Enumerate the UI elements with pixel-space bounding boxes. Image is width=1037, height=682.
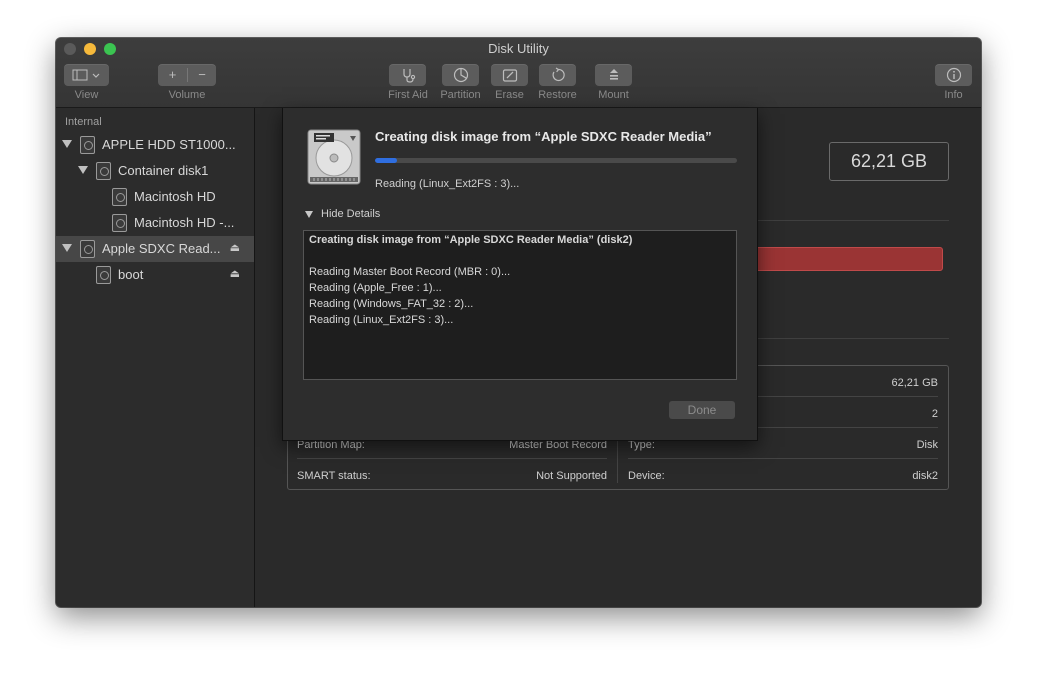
disclosure-triangle-icon — [305, 210, 313, 218]
volume-segment: + − — [158, 64, 216, 86]
progress-bar — [375, 158, 737, 163]
disk-utility-window: Disk Utility View + − Volume First Aid P… — [56, 38, 981, 607]
first-aid-button[interactable] — [389, 64, 426, 86]
sidebar-item-label: Container disk1 — [118, 163, 209, 178]
titlebar: Disk Utility View + − Volume First Aid P… — [56, 38, 981, 108]
sidebar-item-label: APPLE HDD ST1000... — [102, 137, 236, 152]
sidebar-section-internal: Internal — [65, 116, 102, 128]
usage-bar — [743, 247, 943, 271]
sidebar-item-label: boot — [118, 267, 144, 282]
sidebar-item-apple-hdd[interactable]: APPLE HDD ST1000... — [56, 132, 254, 158]
sidebar-item-boot[interactable]: boot ⏏ — [56, 262, 254, 288]
info-icon — [946, 67, 961, 83]
remove-volume-button[interactable]: − — [188, 64, 216, 86]
sidebar-icon — [72, 69, 99, 81]
hide-details-label: Hide Details — [321, 208, 381, 220]
sheet-title: Creating disk image from “Apple SDXC Rea… — [375, 129, 712, 144]
view-label: View — [74, 89, 99, 101]
disclosure-triangle-icon[interactable] — [62, 244, 72, 252]
erase-button[interactable] — [491, 64, 528, 86]
first-aid-label: First Aid — [388, 89, 428, 101]
capacity-display: 62,21 GB — [829, 142, 949, 181]
info-button[interactable] — [935, 64, 972, 86]
device-value: disk2 — [912, 470, 938, 482]
mount-icon — [609, 69, 618, 80]
pie-chart-icon — [453, 67, 468, 83]
window-title: Disk Utility — [488, 41, 549, 56]
device-label: Device: — [628, 470, 665, 482]
hard-disk-icon — [112, 214, 127, 232]
hide-details-toggle[interactable]: Hide Details — [305, 208, 380, 220]
log-line: Reading (Apple_Free : 1)... — [309, 282, 442, 294]
log-line: Reading (Linux_Ext2FS : 3)... — [309, 314, 454, 326]
log-line: Reading (Windows_FAT_32 : 2)... — [309, 298, 474, 310]
log-line: Reading Master Boot Record (MBR : 0)... — [309, 266, 511, 278]
disclosure-triangle-icon[interactable] — [78, 166, 88, 174]
hard-disk-icon — [80, 240, 95, 258]
sidebar-item-label: Macintosh HD -... — [134, 215, 235, 230]
volume-label: Volume — [168, 89, 206, 101]
mount-label: Mount — [598, 89, 629, 101]
progress-status: Reading (Linux_Ext2FS : 3)... — [375, 178, 520, 190]
hard-disk-icon — [96, 162, 111, 180]
create-image-sheet: Creating disk image from “Apple SDXC Rea… — [282, 108, 758, 441]
hard-drive-icon — [307, 129, 361, 185]
info-capacity-value: 62,21 GB — [891, 377, 938, 389]
type-value: Disk — [916, 439, 938, 451]
erase-disk-icon — [502, 69, 517, 82]
details-log[interactable]: Creating disk image from “Apple SDXC Rea… — [303, 230, 737, 380]
sidebar-item-apple-sdxc[interactable]: Apple SDXC Read... ⏏ — [56, 236, 254, 262]
view-button[interactable] — [64, 64, 109, 86]
row-divider — [628, 458, 938, 459]
mount-button[interactable] — [595, 64, 632, 86]
row-divider — [297, 458, 607, 459]
eject-icon[interactable]: ⏏ — [230, 267, 240, 280]
hard-disk-icon — [80, 136, 95, 154]
erase-label: Erase — [495, 89, 524, 101]
partition-label: Partition — [440, 89, 481, 101]
restore-arrow-icon — [552, 67, 565, 82]
info-label: Info — [944, 89, 963, 101]
sidebar-item-label: Macintosh HD — [134, 189, 216, 204]
restore-label: Restore — [538, 89, 577, 101]
hard-disk-icon — [96, 266, 111, 284]
sidebar-item-macintosh-hd[interactable]: Macintosh HD — [56, 184, 254, 210]
partition-button[interactable] — [442, 64, 479, 86]
disclosure-triangle-icon[interactable] — [62, 140, 72, 148]
divider — [743, 338, 949, 339]
progress-fill — [375, 158, 397, 163]
sidebar: Internal APPLE HDD ST1000... Container d… — [56, 108, 255, 607]
done-button[interactable]: Done — [669, 401, 735, 419]
smart-status-value: Not Supported — [536, 470, 607, 482]
divider — [743, 220, 949, 221]
sidebar-item-label: Apple SDXC Read... — [102, 241, 221, 256]
add-volume-button[interactable]: + — [158, 64, 187, 86]
log-line: Creating disk image from “Apple SDXC Rea… — [309, 234, 633, 246]
sidebar-item-macintosh-hd-data[interactable]: Macintosh HD -... — [56, 210, 254, 236]
stethoscope-icon — [402, 69, 415, 83]
sidebar-item-container-disk1[interactable]: Container disk1 — [56, 158, 254, 184]
smart-status-label: SMART status: — [297, 470, 371, 482]
eject-icon[interactable]: ⏏ — [230, 241, 240, 254]
hard-disk-icon — [112, 188, 127, 206]
restore-button[interactable] — [539, 64, 576, 86]
info-child-count-value: 2 — [931, 408, 938, 420]
